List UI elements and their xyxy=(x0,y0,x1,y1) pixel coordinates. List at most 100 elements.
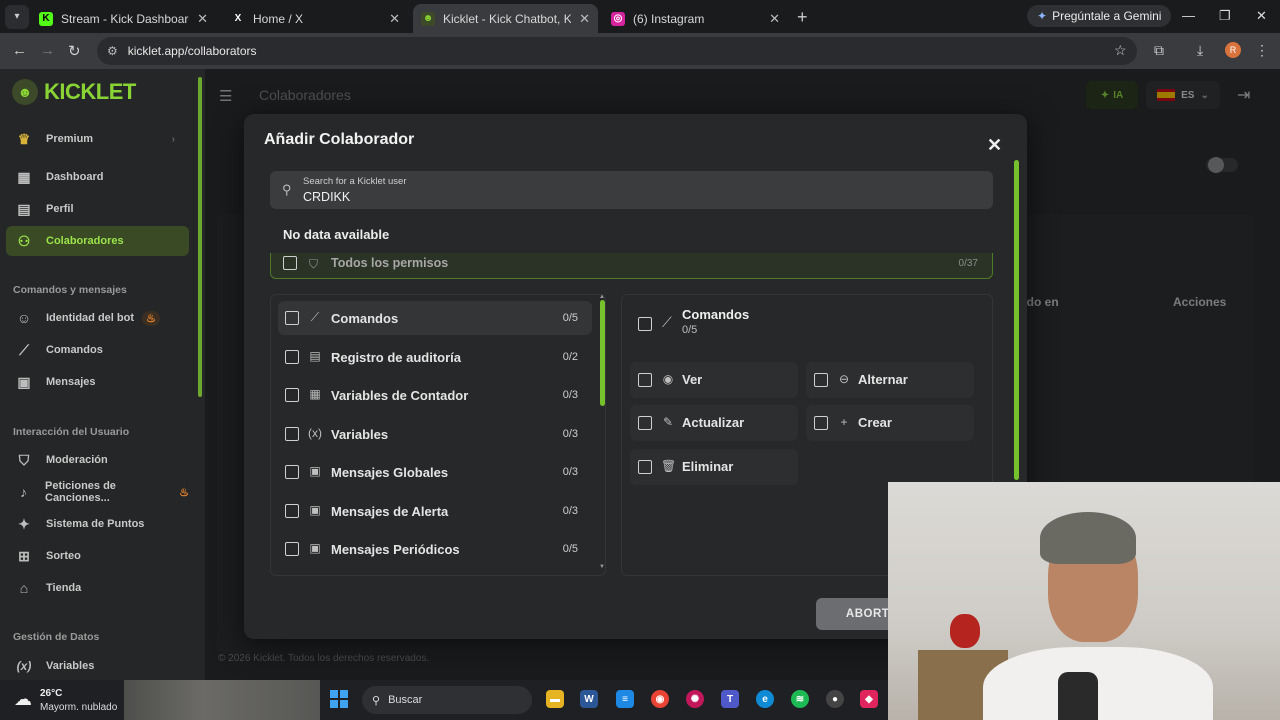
file-explorer-icon[interactable]: ▬ xyxy=(546,690,564,708)
permission-category-item[interactable]: ▦ Variables de Contador 0/3 xyxy=(278,378,592,412)
tab-close-icon[interactable]: ✕ xyxy=(769,11,780,27)
restore-button[interactable]: ❐ xyxy=(1219,8,1231,24)
sidebar-item-comandos[interactable]: ⟋ Comandos xyxy=(6,335,189,365)
minimize-button[interactable]: — xyxy=(1182,8,1195,23)
permission-checkbox[interactable] xyxy=(638,373,652,387)
back-button[interactable]: ← xyxy=(12,42,27,59)
counter-icon: ▦ xyxy=(309,387,321,401)
all-permissions-row[interactable]: ⛉ Todos los permisos 0/37 xyxy=(270,253,993,279)
permission-category-item[interactable]: ⟋ Comandos 0/5 xyxy=(278,301,592,335)
tab-close-icon[interactable]: ✕ xyxy=(389,11,400,27)
permission-category-item[interactable]: ▣ Mensajes Periódicos 0/5 xyxy=(278,532,592,566)
crown-icon: ♛ xyxy=(17,130,31,147)
permission-option[interactable]: ◉ Ver xyxy=(630,362,798,398)
sidebar-item-dashboard[interactable]: ▦ Dashboard xyxy=(6,162,189,192)
address-bar[interactable]: ⚙ kicklet.app/collaborators xyxy=(97,37,1137,65)
extensions-icon[interactable]: ⧉ xyxy=(1154,42,1164,59)
category-checkbox[interactable] xyxy=(285,426,299,441)
app-icon[interactable]: ◆ xyxy=(860,690,878,708)
browser-tab[interactable]: K Stream - Kick Dashboard ✕ xyxy=(31,4,216,33)
kicklet-logo[interactable]: ☻ KICKLET xyxy=(12,79,136,105)
category-checkbox[interactable] xyxy=(285,465,299,479)
browser-tab[interactable]: ☻ Kicklet - Kick Chatbot, Kick Wid ✕ xyxy=(413,4,598,33)
permission-option[interactable]: 🗑 Eliminar xyxy=(630,449,798,485)
spotify-icon[interactable]: ≋ xyxy=(791,690,809,708)
sidebar-item-peticiones[interactable]: ♪ Peticiones de Canciones... ♨ xyxy=(6,477,189,507)
edge-icon[interactable]: e xyxy=(756,690,774,708)
section-heading: Comandos y mensajes xyxy=(13,284,127,296)
teams-icon[interactable]: T xyxy=(721,690,739,708)
sidebar-item-colaboradores[interactable]: ⚇ Colaboradores xyxy=(6,226,189,256)
category-checkbox[interactable] xyxy=(285,311,299,325)
gemini-button[interactable]: ✦ Pregúntale a Gemini xyxy=(1027,5,1172,27)
sidebar-item-sorteo[interactable]: ⊞ Sorteo xyxy=(6,541,189,571)
browser-menu-icon[interactable]: ⋮ xyxy=(1255,42,1269,59)
message-icon: ▣ xyxy=(309,502,321,517)
eye-icon: ◉ xyxy=(662,372,674,386)
browser-tab[interactable]: X Home / X ✕ xyxy=(223,4,408,33)
permission-option[interactable]: ✎ Actualizar xyxy=(630,405,798,441)
categories-scrollbar[interactable] xyxy=(600,300,605,406)
reload-button[interactable]: ↻ xyxy=(68,42,81,60)
category-checkbox[interactable] xyxy=(285,542,299,556)
permission-checkbox[interactable] xyxy=(814,416,828,430)
kicklet-icon: ☻ xyxy=(421,11,435,26)
window-close-button[interactable]: ✕ xyxy=(1256,8,1267,24)
sidebar-item-moderacion[interactable]: ⛉ Moderación xyxy=(6,445,189,475)
sidebar-item-perfil[interactable]: ▤ Perfil xyxy=(6,194,189,224)
browser-tab[interactable]: ◎ (6) Instagram ✕ xyxy=(603,4,788,33)
permission-checkbox[interactable] xyxy=(814,373,828,387)
permission-category-item[interactable]: (x) Variables 0/3 xyxy=(278,417,592,451)
chrome-icon[interactable]: ◉ xyxy=(651,690,669,708)
close-icon[interactable]: ✕ xyxy=(987,135,1002,156)
message-icon: ▣ xyxy=(309,541,321,555)
search-icon: ⚲ xyxy=(282,182,292,197)
wand-icon: ⟋ xyxy=(662,314,672,330)
search-icon: ⚲ xyxy=(372,694,381,707)
permission-checkbox[interactable] xyxy=(638,416,652,430)
user-search-field[interactable]: ⚲ Search for a Kicklet user xyxy=(270,171,993,209)
site-info-icon[interactable]: ⚙ xyxy=(107,44,118,58)
permission-checkbox[interactable] xyxy=(638,460,652,474)
category-checkbox[interactable] xyxy=(285,388,299,402)
taskbar-search[interactable]: ⚲ Buscar xyxy=(362,686,532,714)
dialog-scrollbar[interactable] xyxy=(1014,160,1019,480)
gemini-icon: ✦ xyxy=(1037,9,1048,23)
forward-button[interactable]: → xyxy=(40,42,55,59)
sidebar-item-mensajes[interactable]: ▣ Mensajes xyxy=(6,367,189,397)
tab-close-icon[interactable]: ✕ xyxy=(579,11,590,27)
user-search-input[interactable] xyxy=(303,189,903,205)
sidebar-item-identidad[interactable]: ☺ Identidad del bot ♨ xyxy=(6,303,189,333)
category-checkbox[interactable] xyxy=(285,503,299,518)
permission-category-item[interactable]: ▣ Mensajes Globales 0/3 xyxy=(278,455,592,489)
permission-category-item[interactable]: ▤ Registro de auditoría 0/2 xyxy=(278,340,592,374)
sparkle-icon: ✦ xyxy=(18,515,30,532)
new-tab-button[interactable]: + xyxy=(797,7,808,28)
profile-avatar[interactable]: R xyxy=(1225,42,1241,58)
tab-close-icon[interactable]: ✕ xyxy=(197,11,208,27)
obs-icon[interactable]: ● xyxy=(826,690,844,708)
scroll-down-arrow-icon[interactable]: ▼ xyxy=(599,564,605,570)
all-permissions-checkbox[interactable] xyxy=(283,256,297,270)
sidebar-item-premium[interactable]: ♛ Premium › xyxy=(6,124,189,154)
dialog-title: Añadir Colaborador xyxy=(264,131,415,148)
permission-option[interactable]: + Crear xyxy=(806,405,974,441)
downloads-icon[interactable]: ⤓ xyxy=(1197,42,1203,59)
sidebar-item-puntos[interactable]: ✦ Sistema de Puntos xyxy=(6,509,189,539)
sidebar-item-variables[interactable]: (x) Variables xyxy=(6,651,189,681)
sidebar-item-tienda[interactable]: ⌂ Tienda xyxy=(6,573,189,603)
windows-start-icon[interactable] xyxy=(330,690,348,708)
notepad-icon[interactable]: ≡ xyxy=(616,690,634,708)
category-select-all-checkbox[interactable] xyxy=(638,317,652,331)
pencil-icon: ✎ xyxy=(662,415,674,429)
permission-option[interactable]: ⊖ Alternar xyxy=(806,362,974,398)
category-checkbox[interactable] xyxy=(285,349,299,364)
fire-icon: ♨ xyxy=(179,486,189,499)
permission-category-item[interactable]: ▣ Mensajes de Alerta 0/3 xyxy=(278,494,592,528)
bookmark-star-icon[interactable]: ☆ xyxy=(1114,42,1127,59)
sidebar-scrollbar[interactable] xyxy=(198,77,202,397)
app-icon[interactable]: ✺ xyxy=(686,690,704,708)
weather-cloud-icon[interactable]: ☁ xyxy=(14,689,32,710)
tab-search-button[interactable]: ▾ xyxy=(5,4,29,29)
word-icon[interactable]: W xyxy=(580,690,598,708)
